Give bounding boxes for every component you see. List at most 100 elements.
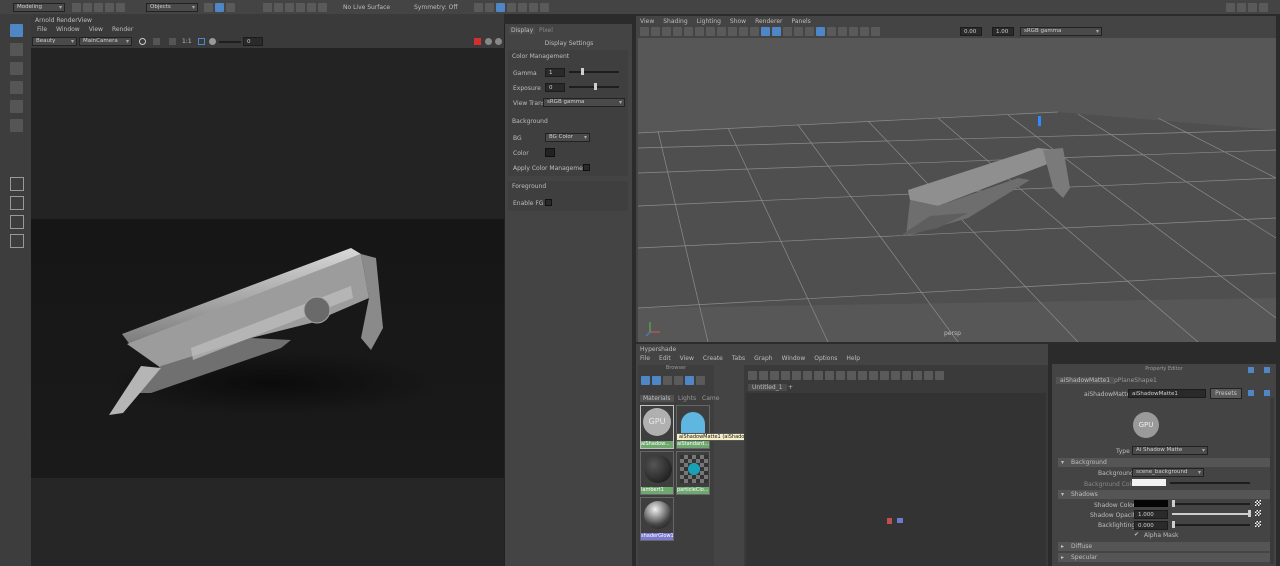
browser-world-icon[interactable] (641, 376, 650, 385)
graph-custom-icon[interactable] (880, 371, 889, 380)
material-swatch[interactable]: lambert1 (640, 451, 674, 495)
open-scene-icon[interactable] (83, 3, 92, 12)
browser-sort-icon[interactable] (674, 376, 683, 385)
browser-list-icon[interactable] (663, 376, 672, 385)
gamma-slider[interactable] (569, 68, 619, 75)
aov-dropdown[interactable]: Beauty (32, 37, 77, 46)
material-swatch[interactable]: aiStandard... (676, 405, 710, 449)
move-tool-icon[interactable] (10, 81, 23, 94)
menu-view[interactable]: View (89, 26, 103, 33)
hs-menu-create[interactable]: Create (703, 355, 723, 362)
view-transform-dropdown[interactable]: sRGB gamma (543, 98, 625, 107)
menu-file[interactable]: File (37, 26, 47, 33)
type-dropdown[interactable]: Ai Shadow Matte (1132, 446, 1208, 455)
playback-icon[interactable] (529, 3, 538, 12)
viewport-menu-lighting[interactable]: Lighting (697, 18, 721, 25)
graph-frame-sel-icon[interactable] (836, 371, 845, 380)
node-name-field[interactable]: aiShadowMatte1 (1128, 389, 1206, 398)
graph-list-icon[interactable] (897, 518, 903, 523)
history-icon[interactable] (474, 3, 483, 12)
color-space-dropdown[interactable]: sRGB gamma (1020, 27, 1102, 36)
attribute-editor-toggle-icon[interactable] (1237, 3, 1246, 12)
pe-lock-icon[interactable] (1264, 367, 1270, 373)
pe-options-icon[interactable] (1248, 390, 1254, 396)
graph-snap-icon[interactable] (924, 371, 933, 380)
exposure-value-field[interactable]: 0 (545, 83, 565, 92)
gate-mask-icon[interactable] (706, 27, 715, 36)
antialias-icon[interactable] (838, 27, 847, 36)
snap-view-icon[interactable] (296, 3, 305, 12)
snap-pivot-icon[interactable] (318, 3, 327, 12)
tab-pixel[interactable]: Pixel (539, 27, 553, 34)
tab-display[interactable]: Display (509, 27, 536, 34)
shadow-opacity-field[interactable]: 1.000 (1134, 510, 1168, 519)
layout-four-icon[interactable] (10, 196, 24, 210)
isolate-icon[interactable] (849, 27, 858, 36)
resolution-gate-icon[interactable] (695, 27, 704, 36)
film-gate-icon[interactable] (684, 27, 693, 36)
xray-icon[interactable] (860, 27, 869, 36)
select-mode-dropdown[interactable]: Objects (146, 3, 198, 12)
select-component-icon[interactable] (226, 3, 235, 12)
browser-tab-materials[interactable]: Materials (640, 395, 674, 402)
bg-color-swatch[interactable] (545, 148, 555, 157)
graph-canvas[interactable] (746, 393, 1046, 566)
grid-toggle-icon[interactable] (673, 27, 682, 36)
layout-side-icon[interactable] (10, 215, 24, 229)
viewport-menu-panels[interactable]: Panels (791, 18, 810, 25)
viewport-menu-shading[interactable]: Shading (663, 18, 687, 25)
new-scene-icon[interactable] (72, 3, 81, 12)
camera-attributes-icon[interactable] (640, 27, 649, 36)
background-color-slider[interactable] (1170, 482, 1250, 484)
graph-rearrange-icon[interactable] (792, 371, 801, 380)
browser-tab-lights[interactable]: Lights (678, 395, 696, 402)
hs-menu-window[interactable]: Window (782, 355, 806, 362)
viewport-menu-show[interactable]: Show (730, 18, 746, 25)
viewport-canvas[interactable]: persp (637, 38, 1277, 343)
graph-tab-untitled[interactable]: Untitled_1 (748, 384, 787, 391)
channel-box-toggle-icon[interactable] (1248, 3, 1257, 12)
motion-blur-icon[interactable] (827, 27, 836, 36)
browser-search-icon[interactable] (696, 376, 705, 385)
render-settings-icon[interactable] (507, 3, 516, 12)
menu-window[interactable]: Window (56, 26, 80, 33)
graph-input-icon[interactable] (748, 371, 757, 380)
browser-tab-cameras[interactable]: Came (702, 395, 719, 402)
material-swatch[interactable]: shaderGlow1 (640, 497, 674, 541)
rotate-tool-icon[interactable] (10, 100, 23, 113)
graph-delete-icon[interactable] (887, 518, 892, 524)
redo-icon[interactable] (116, 3, 125, 12)
shadow-color-swatch[interactable] (1134, 500, 1168, 507)
snap-grid-icon[interactable] (263, 3, 272, 12)
backlighting-map-icon[interactable] (1255, 521, 1261, 527)
layout-single-icon[interactable] (10, 177, 24, 191)
viewport-menu-view[interactable]: View (640, 18, 654, 25)
alpha-mask-checkbox-icon[interactable]: ✔ (1134, 531, 1139, 538)
select-tool-icon[interactable] (10, 24, 23, 37)
hs-menu-file[interactable]: File (640, 355, 650, 362)
ipr-icon[interactable] (496, 3, 505, 12)
save-scene-icon[interactable] (94, 3, 103, 12)
camera-dropdown[interactable]: MainCamera (79, 37, 132, 46)
graph-search-icon[interactable] (891, 371, 900, 380)
safe-action-icon[interactable] (728, 27, 737, 36)
exposure-value-slider[interactable] (569, 83, 619, 90)
snap-surface-icon[interactable] (307, 3, 316, 12)
stop-ipr-icon[interactable] (474, 38, 481, 45)
viewport-field-a[interactable]: 0.00 (960, 27, 982, 36)
renderview-options-icon[interactable] (495, 38, 502, 45)
bg-dropdown[interactable]: BG Color (545, 133, 590, 142)
hs-menu-graph[interactable]: Graph (754, 355, 772, 362)
apply-color-management-checkbox[interactable] (583, 164, 590, 171)
material-swatch[interactable]: particleClo... (676, 451, 710, 495)
hs-menu-view[interactable]: View (680, 355, 694, 362)
shadow-opacity-map-icon[interactable] (1255, 510, 1261, 516)
pe-notes-icon[interactable] (1264, 390, 1270, 396)
lights-icon[interactable] (794, 27, 803, 36)
graph-simple-icon[interactable] (847, 371, 856, 380)
backlighting-field[interactable]: 0.000 (1134, 521, 1168, 530)
pe-focus-icon[interactable] (1248, 367, 1254, 373)
graph-full-icon[interactable] (869, 371, 878, 380)
background-color-swatch[interactable] (1132, 479, 1166, 486)
hs-menu-help[interactable]: Help (846, 355, 860, 362)
